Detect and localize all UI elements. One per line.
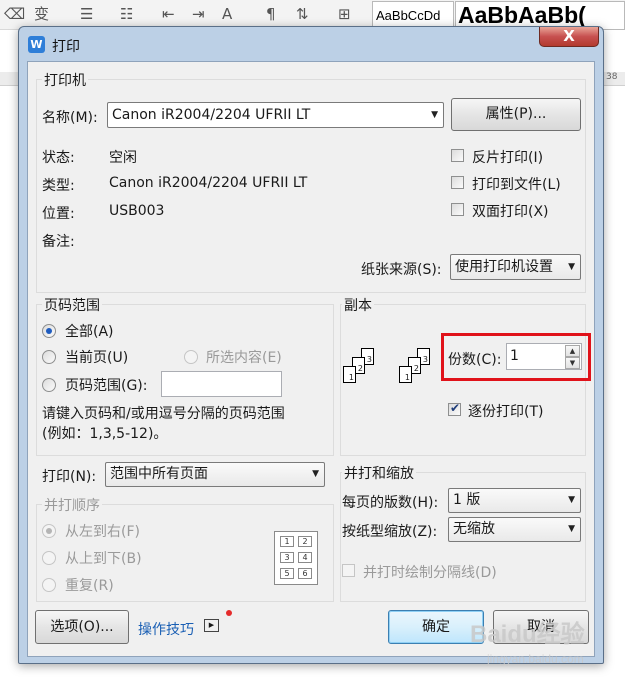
collate-illustration-left: 3 2 1 xyxy=(343,348,387,408)
page-2-label: 2 xyxy=(413,364,419,373)
location-value: USB003 xyxy=(109,203,165,219)
ruler-number: 38 xyxy=(606,72,618,82)
pages-per-sheet-label: 每页的版数(H): xyxy=(342,495,439,511)
range-pages-label[interactable]: 页码范围(G): xyxy=(65,375,148,395)
scale-label: 按纸型缩放(Z): xyxy=(342,524,438,540)
page-1-label: 1 xyxy=(404,373,410,382)
range-all-label[interactable]: 全部(A) xyxy=(65,321,114,341)
properties-button[interactable]: 属性(P)... xyxy=(451,98,581,131)
char-format-icon[interactable]: 变 xyxy=(34,4,49,24)
watermark-brand: Baidu经验 xyxy=(470,621,585,648)
page-1-label: 1 xyxy=(348,373,354,382)
line-spacing-icon[interactable]: ⇅ xyxy=(296,4,309,24)
watermark-url: jingyan.baidu.com xyxy=(487,652,584,666)
printer-group-label: 打印机 xyxy=(42,70,88,90)
grid-cell: 2 xyxy=(298,536,312,547)
printer-name-value: Canon iR2004/2204 UFRII LT xyxy=(112,107,311,123)
comment-label: 备注: xyxy=(42,234,75,250)
options-button[interactable]: 选项(O)... xyxy=(35,610,129,644)
paper-source-select[interactable]: 使用打印机设置 ▼ xyxy=(450,254,581,280)
dialog-client: 打印机 名称(M): Canon iR2004/2204 UFRII LT ▼ … xyxy=(27,61,595,657)
grid-cell: 3 xyxy=(280,552,294,563)
range-current-label[interactable]: 当前页(U) xyxy=(65,347,128,367)
pages-per-sheet-select[interactable]: 1 版 ▼ xyxy=(448,488,581,513)
print-to-file-checkbox[interactable] xyxy=(451,176,464,189)
print-what-label: 打印(N): xyxy=(42,469,97,485)
numbering-icon[interactable]: ☷ xyxy=(120,4,133,24)
print-dialog: W 打印 X 打印机 名称(M): Canon iR2004/2204 UFRI… xyxy=(18,26,604,664)
grid-cell: 4 xyxy=(298,552,312,563)
collate-checkbox[interactable] xyxy=(448,401,461,416)
range-current-radio[interactable] xyxy=(42,350,56,364)
print-what-select[interactable]: 范围中所有页面 ▼ xyxy=(105,462,325,487)
range-hint-line2: (例如：1,3,5-12)。 xyxy=(42,426,168,442)
printer-name-label: 名称(M): xyxy=(42,110,98,126)
range-selection-label[interactable]: 所选内容(E) xyxy=(206,347,282,367)
wps-logo-icon: W xyxy=(28,36,45,53)
merge-order-group-label: 并打顺序 xyxy=(42,495,102,515)
duplex-label[interactable]: 双面打印(X) xyxy=(472,201,549,221)
scale-select[interactable]: 无缩放 ▼ xyxy=(448,517,581,542)
print-what-value: 范围中所有页面 xyxy=(110,466,208,482)
type-label: 类型: xyxy=(42,178,75,194)
page-3-label: 3 xyxy=(422,355,428,364)
pages-per-sheet-value: 1 版 xyxy=(453,492,481,508)
order-top-bottom-label[interactable]: 从上到下(B) xyxy=(65,548,142,568)
order-repeat-radio[interactable] xyxy=(42,578,56,592)
draw-divider-label[interactable]: 并打时绘制分隔线(D) xyxy=(363,562,497,582)
chevron-down-icon: ▼ xyxy=(568,495,575,505)
status-label: 状态: xyxy=(42,150,75,166)
grid-cell: 5 xyxy=(280,568,294,579)
chevron-down-icon: ▼ xyxy=(431,110,438,120)
type-value: Canon iR2004/2204 UFRII LT xyxy=(109,175,308,191)
range-hint-line1: 请键入页码和/或用逗号分隔的页码范围 xyxy=(42,406,285,422)
range-pages-radio[interactable] xyxy=(42,378,56,392)
chevron-down-icon: ▼ xyxy=(568,524,575,534)
chevron-down-icon: ▼ xyxy=(312,469,319,479)
order-preview-grid: 1 2 3 4 5 6 xyxy=(274,531,318,585)
mirror-print-label[interactable]: 反片打印(I) xyxy=(472,147,543,167)
page-3-label: 3 xyxy=(366,355,372,364)
range-all-radio[interactable] xyxy=(42,324,56,338)
highlight-box xyxy=(441,333,591,381)
draw-divider-checkbox[interactable] xyxy=(342,564,355,577)
grid-cell: 1 xyxy=(280,536,294,547)
paragraph-icon[interactable]: ¶ xyxy=(266,4,276,24)
order-repeat-label[interactable]: 重复(R) xyxy=(65,575,114,595)
grid-cell: 6 xyxy=(298,568,312,579)
tips-link[interactable]: 操作技巧 xyxy=(138,619,194,639)
increase-indent-icon[interactable]: ⇥ xyxy=(192,4,205,24)
dialog-title: 打印 xyxy=(52,39,80,55)
close-button[interactable]: X xyxy=(539,27,599,47)
char-spacing-icon[interactable]: A xyxy=(222,4,232,24)
range-selection-radio[interactable] xyxy=(184,350,198,364)
decrease-indent-icon[interactable]: ⇤ xyxy=(162,4,175,24)
borders-icon[interactable]: ⊞ xyxy=(338,4,351,24)
scale-value: 无缩放 xyxy=(453,521,495,537)
notification-dot-icon xyxy=(226,610,232,616)
printer-name-select[interactable]: Canon iR2004/2204 UFRII LT ▼ xyxy=(107,102,444,128)
chevron-down-icon: ▼ xyxy=(568,262,575,272)
paper-source-value: 使用打印机设置 xyxy=(455,259,553,275)
order-left-right-radio[interactable] xyxy=(42,524,56,538)
collate-illustration-right: 3 2 1 xyxy=(399,348,443,408)
page-range-input[interactable] xyxy=(161,371,282,397)
video-icon[interactable]: ▶ xyxy=(204,619,219,632)
location-label: 位置: xyxy=(42,206,75,222)
page-range-group-label: 页码范围 xyxy=(42,295,102,315)
dialog-titlebar[interactable]: W 打印 X xyxy=(19,27,603,61)
order-left-right-label[interactable]: 从左到右(F) xyxy=(65,521,140,541)
page-2-label: 2 xyxy=(357,364,363,373)
collate-label[interactable]: 逐份打印(T) xyxy=(468,401,543,421)
strikethrough-icon[interactable]: ⌫ xyxy=(4,4,25,24)
paper-source-label: 纸张来源(S): xyxy=(361,262,442,278)
print-to-file-label[interactable]: 打印到文件(L) xyxy=(472,174,561,194)
bullets-icon[interactable]: ☰ xyxy=(80,4,93,24)
zoom-group-label: 并打和缩放 xyxy=(342,463,416,483)
order-top-bottom-radio[interactable] xyxy=(42,551,56,565)
status-value: 空闲 xyxy=(109,150,137,166)
mirror-print-checkbox[interactable] xyxy=(451,149,464,162)
copies-group-label: 副本 xyxy=(342,295,374,315)
duplex-checkbox[interactable] xyxy=(451,203,464,216)
